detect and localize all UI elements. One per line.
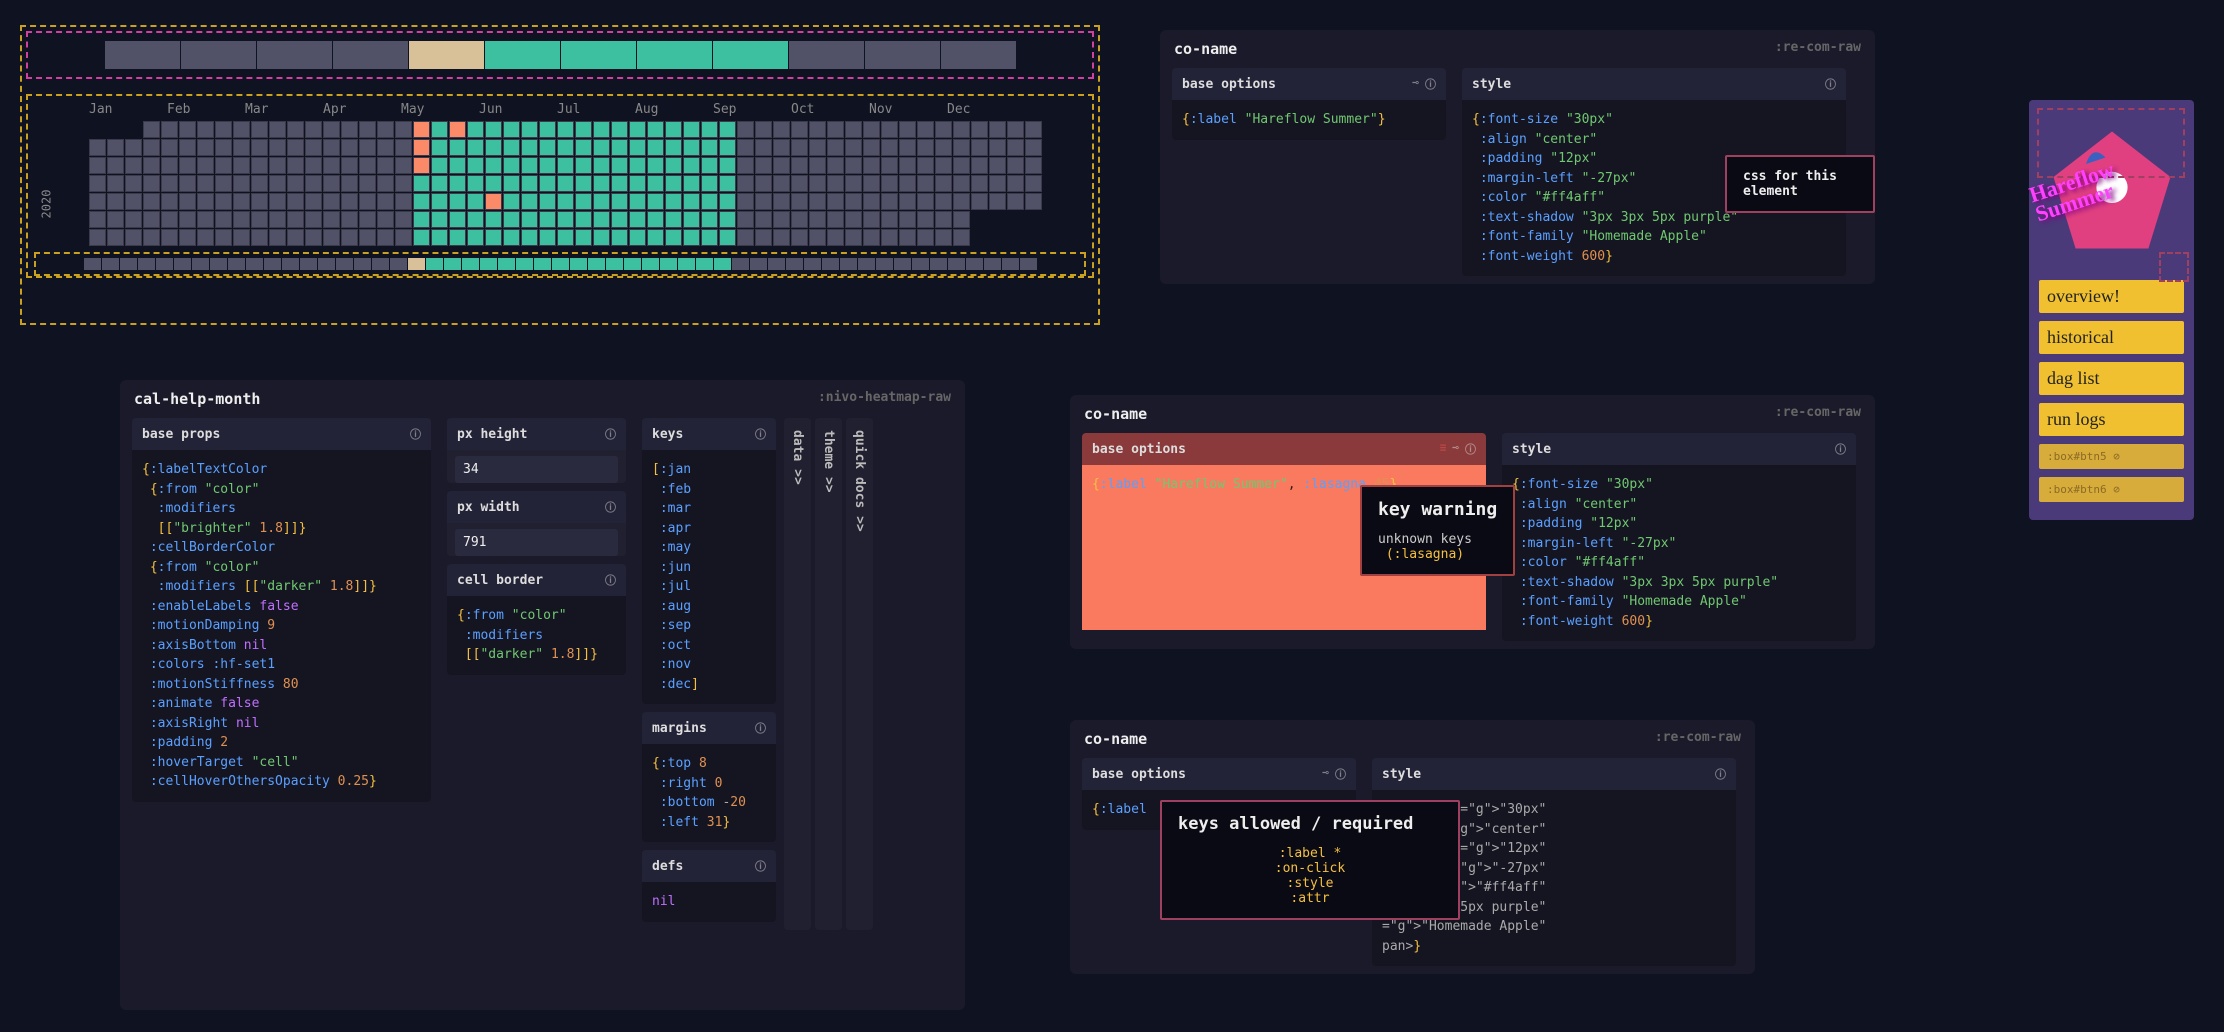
px-width-section: px width ⓘ 791 [447, 491, 626, 556]
tooltip-sub: unknown keys [1378, 532, 1472, 547]
preview-logo: Hareflow Summer [2029, 100, 2194, 280]
section-title: base props [142, 427, 220, 442]
coname-panel-1: co-name :re-com-raw base options ⊸ ⓘ {:lab… [1160, 30, 1875, 284]
px-width-input[interactable]: 791 [455, 529, 618, 556]
calendar-heatmap: JanFebMarAprMayJunJulAugSepOctNovDec 202… [20, 25, 1100, 325]
info-icon[interactable]: ⓘ [1715, 766, 1726, 782]
key-icon[interactable]: ⊸ [1452, 441, 1459, 457]
panel-title: co-name [1084, 405, 1147, 423]
defs-value: nil [642, 882, 776, 922]
month-labels: JanFebMarAprMayJunJulAugSepOctNovDec [89, 102, 1086, 117]
section-title: style [1382, 767, 1421, 782]
keys-section: keys ⓘ [:jan :feb :mar :apr :may :jun :ju… [642, 418, 776, 704]
section-title: px height [457, 427, 527, 442]
margins-code: {:top 8 :right 0 :bottom -20 :left 31} [642, 744, 776, 842]
keys-code: [:jan :feb :mar :apr :may :jun :jul :aug… [642, 450, 776, 704]
panel-type: :re-com-raw [1775, 40, 1861, 58]
preview-btn-0[interactable]: overview! [2039, 280, 2184, 313]
px-height-input[interactable]: 34 [455, 456, 618, 483]
info-icon[interactable]: ⓘ [1835, 441, 1846, 457]
key-icon[interactable]: ⊸ [1412, 76, 1419, 92]
key-icon[interactable]: ⊸ [1322, 766, 1329, 782]
tab-data[interactable]: data >> [784, 418, 811, 930]
defs-section: defs ⓘ nil [642, 850, 776, 922]
panel-type: :re-com-raw [1775, 405, 1861, 423]
section-title: base options [1092, 442, 1186, 457]
preview-btn-4[interactable]: :box#btn5 ⊘ [2039, 444, 2184, 469]
tab-docs[interactable]: quick docs >> [846, 418, 873, 930]
info-icon[interactable]: ⓘ [605, 572, 616, 588]
base-options-code: {:label "Hareflow Summer"} [1172, 100, 1446, 140]
info-icon[interactable]: ⓘ [605, 426, 616, 442]
section-title: base options [1092, 767, 1186, 782]
style-code: {:font-size "30px" :align "center" :padd… [1502, 465, 1856, 641]
section-title: px width [457, 500, 520, 515]
preview-sidebar: Hareflow Summer overview! historical dag l… [2029, 100, 2194, 520]
info-icon[interactable]: ⓘ [1335, 766, 1346, 782]
panel-title: co-name [1174, 40, 1237, 58]
base-props-section: base props ⓘ {:labelTextColor {:from "col… [132, 418, 431, 802]
info-icon[interactable]: ⓘ [1465, 441, 1476, 457]
section-title: base options [1182, 77, 1276, 92]
cal-help-panel: cal-help-month :nivo-heatmap-raw base pr… [120, 380, 965, 1010]
panel-type: :re-com-raw [1655, 730, 1741, 748]
info-icon[interactable]: ⓘ [605, 499, 616, 515]
cell-border-code: {:from "color" :modifiers [["darker" 1.8… [447, 596, 626, 675]
tooltip-title: key warning [1378, 499, 1497, 520]
section-title: keys [652, 427, 683, 442]
preview-btn-3[interactable]: run logs [2039, 403, 2184, 436]
info-icon[interactable]: ⓘ [755, 720, 766, 736]
base-props-code: {:labelTextColor {:from "color" :modifie… [132, 450, 431, 802]
tooltip-title: keys allowed / required [1178, 814, 1442, 834]
style-section: style ⓘ {:font-size "30px" :align "center… [1502, 433, 1856, 641]
section-title: style [1512, 442, 1551, 457]
section-title: margins [652, 721, 707, 736]
info-icon[interactable]: ⓘ [1425, 76, 1436, 92]
coname-panel-2: co-name :re-com-raw base options≡⊸ⓘ {:la… [1070, 395, 1875, 649]
preview-buttons: overview! historical dag list run logs :box#… [2029, 280, 2194, 502]
main-heatmap: JanFebMarAprMayJunJulAugSepOctNovDec 202… [26, 94, 1094, 278]
year-label: 2020 [39, 190, 53, 219]
panel-title: co-name [1084, 730, 1147, 748]
section-title: style [1472, 77, 1511, 92]
coname-panel-3: co-name :re-com-raw base options⊸ⓘ {:lab… [1070, 720, 1755, 974]
preview-btn-1[interactable]: historical [2039, 321, 2184, 354]
base-options-section: base options ⊸ ⓘ {:label "Hareflow Summer"… [1172, 68, 1446, 140]
preview-btn-5[interactable]: :box#btn6 ⊘ [2039, 477, 2184, 502]
mini-heatmap-row2 [34, 252, 1086, 276]
info-icon[interactable]: ⓘ [410, 426, 421, 442]
panel-type: :nivo-heatmap-raw [818, 390, 951, 408]
key-warning-tooltip: key warning unknown keys (:lasagna) [1360, 485, 1515, 576]
info-icon[interactable]: ⓘ [1825, 76, 1836, 92]
warn-icon[interactable]: ≡ [1440, 441, 1447, 457]
section-title: defs [652, 859, 683, 874]
keys-allowed-tooltip: keys allowed / required :label *:on-clic… [1160, 800, 1460, 920]
mini-heatmap-row [26, 31, 1094, 79]
css-tooltip: css for this element [1725, 155, 1875, 213]
cell-border-section: cell border ⓘ {:from "color" :modifiers [… [447, 564, 626, 675]
tab-theme[interactable]: theme >> [815, 418, 842, 930]
margins-section: margins ⓘ {:top 8 :right 0 :bottom -20 :l… [642, 712, 776, 842]
px-height-section: px height ⓘ 34 [447, 418, 626, 483]
tooltip-keys: :label *:on-click:style:attr [1178, 846, 1442, 906]
section-title: cell border [457, 573, 543, 588]
info-icon[interactable]: ⓘ [755, 858, 766, 874]
panel-title: cal-help-month [134, 390, 260, 408]
info-icon[interactable]: ⓘ [755, 426, 766, 442]
tooltip-keys: (:lasagna) [1386, 547, 1464, 562]
preview-btn-2[interactable]: dag list [2039, 362, 2184, 395]
heatmap-grid [89, 121, 1086, 246]
